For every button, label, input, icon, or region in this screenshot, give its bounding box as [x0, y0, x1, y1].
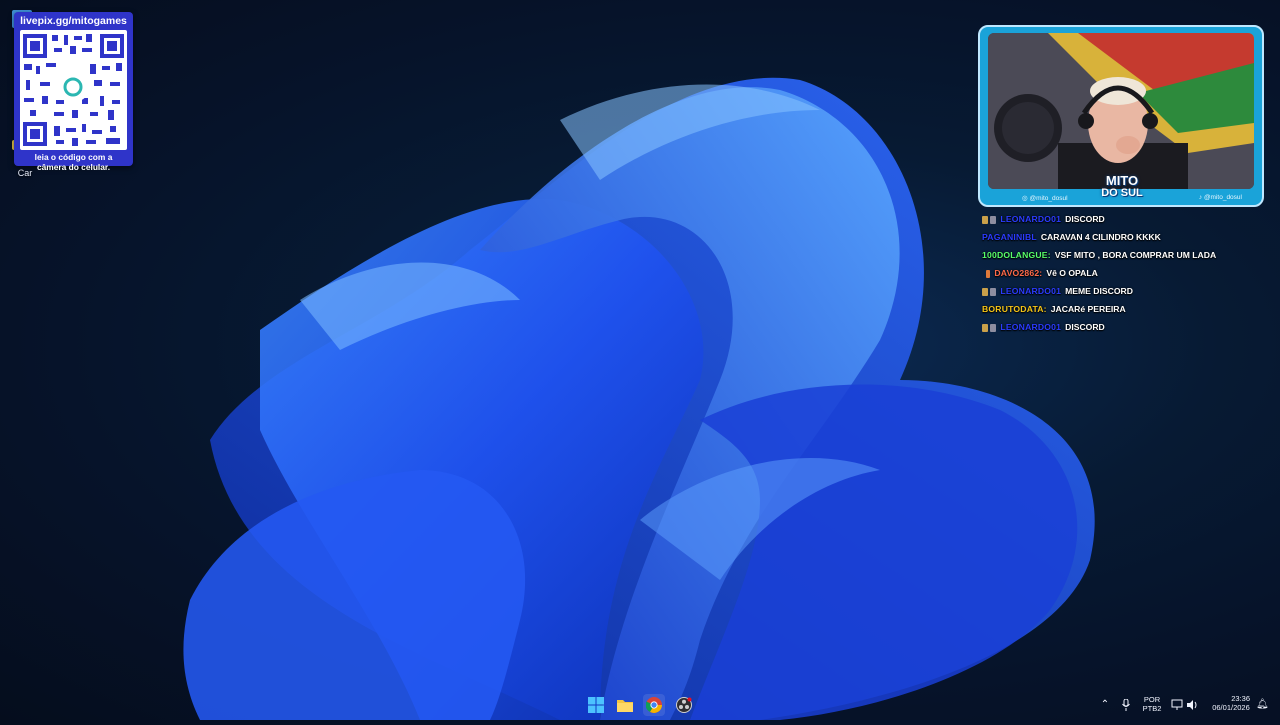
webcam-footer: ◎ @mito_dosul ♪ @mito_dosul: [980, 191, 1262, 205]
stream-chat: LEONARDO01 DISCORD PAGANINIBL CARAVAN 4 CI…: [982, 210, 1272, 336]
chat-message: DAVO2862: Vê O OPALA: [982, 264, 1272, 282]
volume-icon: [1187, 700, 1197, 710]
microphone-icon: [1122, 698, 1130, 711]
chat-text: JACARé PEREIRA: [1050, 304, 1126, 314]
notifications-button[interactable]: 🔔︎: [1256, 690, 1269, 720]
webcam-scene: [988, 33, 1254, 189]
chat-username: PAGANINIBL: [982, 232, 1037, 242]
badge-icon: [990, 215, 996, 224]
badge-icon: [982, 215, 988, 224]
chrome-icon: [646, 697, 662, 713]
language-code: POR: [1143, 695, 1161, 704]
qr-url: livepix.gg/mitogames: [20, 15, 127, 27]
chat-text: MEME DISCORD: [1065, 286, 1133, 296]
chat-message: LEONARDO01 DISCORD: [982, 210, 1272, 228]
bell-icon: 🔔︎: [1256, 699, 1269, 710]
clock[interactable]: 23:36 06/01/2026: [1206, 690, 1256, 724]
webcam-video: [988, 33, 1254, 189]
taskbar: ⌃ POR PTB2 23:36 06/01/2026 🔔︎: [0, 690, 1280, 720]
badge-icon: [982, 287, 988, 296]
windows-start-icon: [588, 697, 604, 713]
chat-text: Vê O OPALA: [1046, 268, 1098, 278]
clock-time: 23:36: [1231, 694, 1250, 703]
chat-text: DISCORD: [1065, 322, 1105, 332]
network-volume-tray[interactable]: [1170, 690, 1200, 720]
webcam-overlay: MITO DO SUL ◎ @mito_dosul ♪ @mito_dosul: [978, 25, 1264, 207]
qr-code-image: [23, 34, 124, 146]
badge-icon: [990, 323, 996, 332]
keyboard-layout: PTB2: [1142, 704, 1162, 713]
obs-icon: [676, 697, 692, 713]
chat-text: VSF MITO , BORA COMPRAR UM LADA: [1054, 250, 1217, 260]
chat-message: LEONARDO01 MEME DISCORD: [982, 282, 1272, 300]
chat-username: BORUTODATA:: [982, 304, 1047, 314]
chat-message: PAGANINIBL CARAVAN 4 CILINDRO KKKK: [982, 228, 1272, 246]
taskbar-chrome[interactable]: [643, 694, 665, 716]
chevron-up-icon: ⌃: [1100, 699, 1110, 710]
chat-username: LEONARDO01: [1000, 214, 1062, 224]
chat-username: 100DOLANGUE:: [982, 250, 1051, 260]
clock-date: 06/01/2026: [1212, 703, 1250, 712]
taskbar-file-explorer[interactable]: [614, 694, 636, 716]
instagram-handle: ◎ @mito_dosul: [1022, 195, 1068, 202]
show-hidden-icons[interactable]: ⌃: [1099, 690, 1111, 720]
tiktok-handle: ♪ @mito_dosul: [1198, 194, 1242, 201]
chat-username: LEONARDO01: [1000, 286, 1062, 296]
badge-icon: [990, 287, 996, 296]
network-icon: [1171, 699, 1183, 710]
chat-username: LEONARDO01: [1000, 322, 1062, 332]
chat-message: BORUTODATA: JACARé PEREIRA: [982, 300, 1272, 318]
chat-message: 100DOLANGUE: VSF MITO , BORA COMPRAR UM L…: [982, 246, 1272, 264]
badge-icon: [986, 269, 990, 278]
chat-text: DISCORD: [1065, 214, 1105, 224]
chat-text: CARAVAN 4 CILINDRO KKKK: [1040, 232, 1161, 242]
chat-username: DAVO2862:: [994, 268, 1043, 278]
badge-icon: [982, 323, 988, 332]
qr-caption-line1: leia o código com a: [34, 152, 113, 162]
taskbar-obs[interactable]: [673, 694, 695, 716]
start-button[interactable]: [585, 694, 607, 716]
microphone-tray[interactable]: [1120, 690, 1132, 720]
qr-donation-overlay: livepix.gg/mitogames leia o código com a…: [14, 12, 133, 172]
qr-code: [20, 30, 127, 150]
file-explorer-icon: [617, 700, 633, 712]
chat-message: LEONARDO01 DISCORD: [982, 318, 1272, 336]
qr-caption-line2: câmera do celular.: [36, 162, 111, 172]
qr-caption: leia o código com a câmera do celular.: [14, 152, 133, 172]
